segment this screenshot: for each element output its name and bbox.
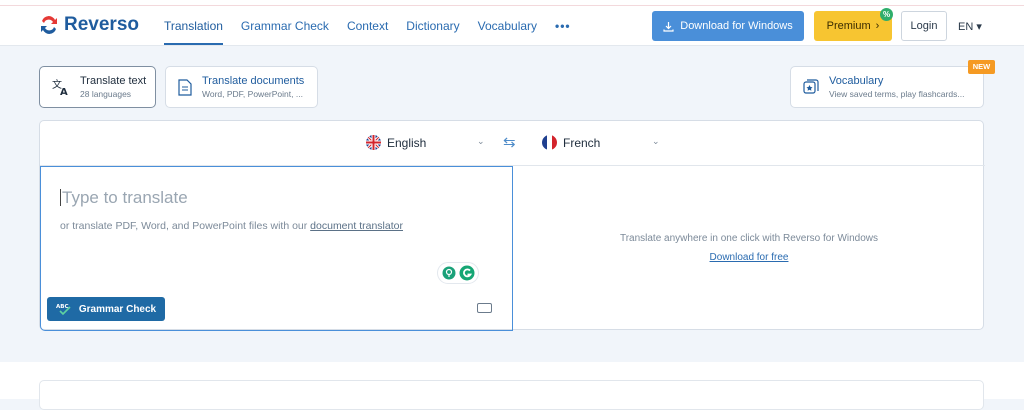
abc-badge-text: ABC: [56, 304, 69, 310]
lightbulb-icon: [442, 266, 455, 280]
login-button[interactable]: Login: [901, 11, 947, 41]
new-badge: NEW: [968, 60, 995, 74]
discount-badge: %: [880, 8, 893, 21]
target-language-label: French: [563, 135, 601, 150]
download-windows-label: Download for Windows: [680, 20, 793, 32]
writing-assistant-icons[interactable]: [437, 262, 479, 284]
translate-documents-subtitle: Word, PDF, PowerPoint, ...: [202, 89, 303, 99]
lower-card: [39, 380, 984, 410]
interface-language-selector[interactable]: EN ▾: [958, 20, 982, 33]
document-icon: [178, 78, 192, 96]
translate-documents-title: Translate documents: [202, 75, 305, 87]
france-flag-icon: [542, 135, 557, 150]
translator-panel: English ⌄ ⇆ French ⌄ Type to translate o…: [39, 120, 985, 331]
reverso-logo-icon: [41, 16, 57, 34]
abc-check-icon: ABC: [56, 304, 71, 316]
placeholder-text: Type to translate: [62, 188, 188, 207]
vocabulary-card[interactable]: Vocabulary View saved terms, play flashc…: [790, 66, 984, 108]
grammar-check-button[interactable]: ABC Grammar Check: [47, 297, 165, 321]
source-language-label: English: [387, 135, 427, 150]
promo-text: Translate anywhere in one click with Rev…: [619, 233, 879, 244]
document-hint: or translate PDF, Word, and PowerPoint f…: [60, 220, 403, 232]
download-windows-button[interactable]: Download for Windows: [652, 11, 804, 41]
vocabulary-title: Vocabulary: [829, 75, 884, 87]
nav-translation[interactable]: Translation: [164, 6, 223, 46]
translate-text-subtitle: 28 languages: [80, 89, 132, 99]
source-text-area[interactable]: Type to translate or translate PDF, Word…: [40, 166, 513, 331]
source-chevron-down-icon[interactable]: ⌄: [477, 136, 485, 147]
source-language-selector[interactable]: English: [366, 135, 426, 150]
flashcards-icon: [803, 79, 819, 94]
vocabulary-subtitle: View saved terms, play flashcards...: [829, 89, 965, 99]
svg-text:A: A: [60, 87, 68, 96]
nav-context[interactable]: Context: [347, 6, 388, 46]
translate-icon: 文 A: [52, 78, 68, 96]
translate-text-title: Translate text: [80, 75, 147, 87]
document-translator-link[interactable]: document translator: [310, 220, 403, 232]
more-menu-icon[interactable]: •••: [555, 6, 571, 46]
target-text-area: Translate anywhere in one click with Rev…: [513, 166, 985, 331]
nav-grammar-check[interactable]: Grammar Check: [241, 6, 329, 46]
brand-name: Reverso: [64, 14, 139, 35]
reverso-logo[interactable]: Reverso: [38, 14, 139, 36]
translate-text-card[interactable]: 文 A Translate text 28 languages: [39, 66, 156, 108]
source-placeholder: Type to translate: [60, 188, 188, 208]
document-hint-text: or translate PDF, Word, and PowerPoint f…: [60, 220, 311, 232]
top-header: Reverso Translation Grammar Check Contex…: [0, 6, 1024, 46]
target-chevron-down-icon[interactable]: ⌄: [652, 136, 660, 147]
grammarly-icon: [459, 265, 474, 281]
nav-vocabulary[interactable]: Vocabulary: [478, 6, 537, 46]
chevron-right-icon: ›: [875, 20, 880, 32]
translate-documents-card[interactable]: Translate documents Word, PDF, PowerPoin…: [165, 66, 318, 108]
nav-dictionary[interactable]: Dictionary: [406, 6, 459, 46]
swap-languages-icon[interactable]: ⇆: [503, 133, 516, 151]
download-free-link[interactable]: Download for free: [513, 252, 985, 263]
main-nav: Translation Grammar Check Context Dictio…: [164, 6, 571, 46]
language-bar: English ⌄ ⇆ French ⌄: [40, 121, 985, 166]
premium-label: Premium: [826, 20, 871, 32]
download-icon: [663, 21, 674, 32]
keyboard-icon[interactable]: [477, 303, 492, 313]
uk-flag-icon: [366, 135, 381, 150]
grammar-check-label: Grammar Check: [78, 303, 157, 315]
text-cursor: [60, 189, 61, 206]
target-language-selector[interactable]: French: [542, 135, 600, 150]
